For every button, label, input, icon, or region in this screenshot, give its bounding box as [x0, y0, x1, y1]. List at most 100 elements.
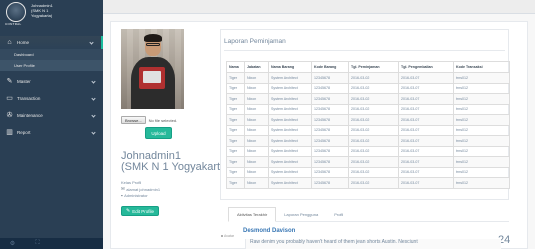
table-cell: System Architect: [268, 135, 312, 147]
table-cell: Tiger: [226, 93, 245, 105]
table-cell: trns012: [453, 103, 510, 115]
fullscreen-icon[interactable]: ⛶: [25, 240, 50, 247]
report-title: Laporan Peminjaman: [224, 38, 286, 45]
table-cell: 12345678: [311, 72, 349, 84]
table-cell: 2016-03-02: [348, 82, 399, 94]
column-header[interactable]: Jabatan: [244, 61, 269, 73]
column-header[interactable]: Kode Barang: [311, 61, 349, 73]
table-cell: 2016-03-02: [348, 114, 399, 126]
table-cell: System Architect: [268, 156, 312, 168]
activity-author[interactable]: Desmond Davison: [243, 228, 295, 234]
chevron-down-icon: [91, 96, 96, 101]
bullet-icon: [221, 235, 223, 237]
table-cell: 12345678: [311, 82, 349, 94]
sidebar-item-home[interactable]: ⌂ Home: [0, 36, 103, 49]
table-cell: 2016-03-07: [398, 82, 454, 94]
table-cell: Nixon: [244, 93, 269, 105]
table-cell: Nixon: [244, 72, 269, 84]
table-cell: trns012: [453, 124, 510, 136]
table-cell: 2016-03-07: [398, 156, 454, 168]
table-row: Tiger Nixon System Architect 12345678 2016-0…: [226, 103, 510, 115]
activity-message: Raw denim you probably haven't heard of …: [245, 239, 501, 249]
table-cell: Nixon: [244, 135, 269, 147]
sidebar-footer: ⚙ ⛶: [0, 238, 103, 249]
edit-icon: ✎: [6, 78, 13, 85]
table-cell: 12345678: [311, 93, 349, 105]
table-cell: Tiger: [226, 124, 245, 136]
chevron-down-icon: [89, 40, 94, 45]
profile-email: ✉ alamat johnadmin1: [121, 186, 160, 192]
table-cell: 2016-03-07: [398, 124, 454, 136]
table-cell: 2016-03-07: [398, 135, 454, 147]
sidebar-item-report[interactable]: ▥ Report: [0, 126, 103, 139]
column-header[interactable]: Nama Barang: [268, 61, 312, 73]
sidebar-item-label: Report: [17, 130, 31, 135]
table-cell: System Architect: [268, 177, 312, 189]
table-cell: trns012: [453, 82, 510, 94]
profile-role-label: Kelas Profil: [121, 180, 142, 185]
sidebar-item-label: Master: [17, 79, 31, 84]
envelope-icon: ✉: [121, 186, 125, 191]
table-cell: 2016-03-02: [348, 124, 399, 136]
table-cell: System Architect: [268, 114, 312, 126]
sidebar-item-maintenance[interactable]: ✇ Maintenance: [0, 109, 103, 122]
table-cell: 2016-03-02: [348, 145, 399, 157]
chevron-down-icon: [91, 130, 96, 135]
table-cell: Tiger: [226, 145, 245, 157]
table-cell: 12345678: [311, 103, 349, 115]
column-header[interactable]: Tgl. Pengembalian: [398, 61, 454, 73]
tab-user-report[interactable]: Laporan Pengguna: [276, 207, 326, 221]
edit-profile-button[interactable]: ✎ Edit Profile: [121, 206, 159, 216]
profile-level: ▪ Administrator: [121, 193, 148, 198]
table-row: Tiger Nixon System Architect 12345678 2016-0…: [226, 145, 510, 157]
home-icon: ⌂: [7, 39, 12, 46]
table-cell: Tiger: [226, 177, 245, 189]
table-cell: 12345678: [311, 177, 349, 189]
table-cell: Tiger: [226, 103, 245, 115]
upload-button[interactable]: Upload: [145, 127, 172, 139]
profile-email-text: alamat johnadmin1: [126, 186, 161, 192]
divider: [224, 50, 505, 51]
table-cell: Nixon: [244, 114, 269, 126]
column-header[interactable]: Tgl. Peminjaman: [348, 61, 399, 73]
sidebar-item-label: Transaction: [17, 96, 41, 101]
tab-recent-activity[interactable]: Aktivitas Terakhir: [228, 207, 277, 222]
table-cell: Nixon: [244, 124, 269, 136]
profile-tabs: Aktivitas Terakhir Laporan Pengguna Prof…: [228, 207, 509, 222]
browse-button[interactable]: Browse...: [121, 116, 146, 124]
table-cell: Tiger: [226, 72, 245, 84]
sidebar-item-label: Home: [17, 40, 30, 45]
table-cell: 2016-03-02: [348, 166, 399, 178]
tab-profile[interactable]: Profil: [326, 207, 351, 221]
table-cell: System Architect: [268, 72, 312, 84]
bar-chart-icon: ▥: [6, 129, 13, 136]
table-cell: 2016-03-07: [398, 166, 454, 178]
edit-icon: ✎: [126, 208, 131, 214]
table-cell: Nixon: [244, 156, 269, 168]
chevron-down-icon: [91, 113, 96, 118]
report-box: Laporan Peminjaman Nama Jabatan Nama Bar…: [220, 29, 510, 200]
column-header[interactable]: Nama: [226, 61, 245, 73]
table-cell: trns012: [453, 145, 510, 157]
sidebar-item-master[interactable]: ✎ Master: [0, 75, 103, 88]
briefcase-icon: ▪: [121, 193, 123, 198]
sidebar-item-transaction[interactable]: ▭ Transaction: [0, 92, 103, 105]
table-cell: Nixon: [244, 166, 269, 178]
profile-role: Kelas Profil: [121, 180, 141, 185]
table-cell: Tiger: [226, 135, 245, 147]
table-cell: 2016-03-02: [348, 135, 399, 147]
table-cell: 12345678: [311, 124, 349, 136]
column-header[interactable]: Kode Transaksi: [453, 61, 510, 73]
table-cell: 2016-03-02: [348, 72, 399, 84]
sidebar-subitem-dashboard[interactable]: Dashboard: [0, 49, 103, 60]
table-cell: Nixon: [244, 82, 269, 94]
table-cell: trns012: [453, 156, 510, 168]
table-cell: Tiger: [226, 114, 245, 126]
file-status: No file selected.: [148, 117, 178, 123]
profile-level-text: Administrator: [124, 193, 148, 198]
sidebar-subitem-user-profile[interactable]: User Profile: [0, 60, 103, 71]
table-cell: 2016-03-07: [398, 145, 454, 157]
brand[interactable]: CONTRAL Johnadmin1 (SMK N 1 Yogyakarta): [0, 0, 103, 26]
settings-icon[interactable]: ⚙: [0, 240, 25, 247]
file-input[interactable]: Browse... No file selected.: [121, 116, 177, 124]
